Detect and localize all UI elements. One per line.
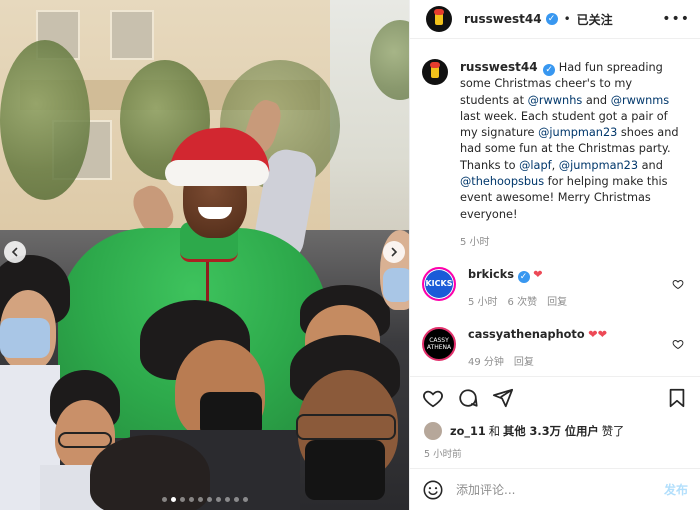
likes-suffix: 赞了 (601, 425, 625, 438)
author-avatar[interactable] (426, 6, 452, 32)
caption-body: Had fun spreading some Christmas cheer's… (460, 61, 679, 221)
caption-author-avatar[interactable] (422, 59, 448, 85)
verified-badge-icon: ✓ (543, 64, 556, 76)
comment-likes[interactable]: 6 次赞 (508, 293, 538, 308)
photo-santa-hat-band (165, 160, 269, 186)
photo-tree (0, 40, 90, 200)
carousel-dot (233, 497, 239, 502)
chevron-right-icon (391, 247, 398, 257)
comment-time[interactable]: 49 分钟 (468, 353, 504, 368)
comment-item: CASSY ATHENA cassyathenaphoto ❤❤ 49 分钟 回… (422, 326, 684, 368)
like-heart-icon[interactable] (422, 387, 444, 409)
comment-text-line: cassyathenaphoto ❤❤ (468, 327, 607, 343)
carousel-dot (161, 497, 167, 502)
carousel-next-button[interactable] (383, 241, 405, 263)
photo-mask (383, 268, 409, 302)
comment-meta: 49 分钟 回复 (468, 353, 607, 368)
more-options-icon[interactable]: ••• (662, 11, 690, 27)
photo-mask (0, 318, 50, 358)
comment-meta: 5 小时 6 次赞 回复 (468, 293, 567, 308)
carousel-dot (242, 497, 248, 502)
carousel-dot (206, 497, 212, 502)
add-comment-input[interactable]: 添加评论... (456, 481, 664, 498)
mention-link[interactable]: @thehoopsbus (460, 175, 544, 188)
caption-row: russwest44 ✓ Had fun spreading some Chri… (422, 59, 684, 223)
carousel-dot (188, 497, 194, 502)
commenter-avatar[interactable]: CASSY ATHENA (422, 326, 456, 361)
comment-like-heart-icon[interactable] (672, 278, 684, 290)
comment-content: brkicks ✓ ❤ 5 小时 6 次赞 回复 (468, 267, 567, 308)
comment-time[interactable]: 5 小时 (468, 293, 498, 308)
mention-link[interactable]: @rwwnhs (528, 94, 583, 107)
carousel-dot (179, 497, 185, 502)
comment-bubble-icon[interactable] (457, 387, 479, 409)
likes-summary: zo_11 和 其他 3.3万 位用户 赞了 (410, 418, 700, 444)
post-comment-button[interactable]: 发布 (664, 481, 688, 498)
caption-username[interactable]: russwest44 (460, 60, 538, 74)
comment-like-heart-icon[interactable] (672, 338, 684, 350)
caption-timestamp: 5 小时 (460, 236, 490, 248)
caption-text-segment: and (582, 93, 611, 107)
post-photo[interactable] (0, 0, 409, 510)
emoji-icon[interactable] (422, 479, 444, 501)
share-send-icon[interactable] (492, 387, 514, 409)
post-window: russwest44 ✓ • 已关注 ••• russwest44 ✓ Had … (0, 0, 700, 510)
verified-badge-icon: ✓ (545, 13, 558, 25)
carousel-dot (170, 497, 176, 502)
mention-link[interactable]: @rwwnms (611, 94, 669, 107)
post-header: russwest44 ✓ • 已关注 ••• (410, 0, 700, 39)
comment-text: ❤ (533, 267, 543, 281)
likes-connector: 和 (488, 425, 501, 438)
carousel-dot (215, 497, 221, 502)
carousel-dot (197, 497, 203, 502)
photo-mask (305, 440, 385, 500)
comments-scroll-area[interactable]: russwest44 ✓ Had fun spreading some Chri… (410, 39, 700, 376)
carousel-dot (224, 497, 230, 502)
comment-text-line: brkicks ✓ ❤ (468, 267, 567, 283)
caption-text-segment: , (551, 158, 559, 172)
verified-badge-icon: ✓ (517, 270, 530, 283)
commenter-username[interactable]: cassyathenaphoto (468, 328, 585, 341)
mention-link[interactable]: @jumpman23 (538, 126, 617, 139)
commenter-username[interactable]: brkicks (468, 268, 514, 281)
following-button[interactable]: 已关注 (577, 11, 613, 28)
carousel-prev-button[interactable] (4, 241, 26, 263)
liker-avatar[interactable] (424, 422, 442, 440)
comment-text: ❤❤ (588, 327, 608, 341)
caption-text: russwest44 ✓ Had fun spreading some Chri… (460, 59, 684, 223)
chevron-left-icon (11, 247, 18, 257)
comment-content: cassyathenaphoto ❤❤ 49 分钟 回复 (468, 327, 607, 368)
comment-reply-button[interactable]: 回复 (514, 353, 534, 368)
comment-item: KICKS brkicks ✓ ❤ 5 小时 6 次赞 回复 (422, 266, 684, 308)
comment-reply-button[interactable]: 回复 (547, 293, 567, 308)
liker-username[interactable]: zo_11 (450, 425, 486, 438)
photo-glasses (296, 414, 396, 440)
photo-glasses (58, 432, 112, 448)
post-timestamp[interactable]: 5 小时前 (410, 444, 700, 468)
author-username[interactable]: russwest44 (464, 12, 542, 26)
add-comment-bar: 添加评论... 发布 (410, 468, 700, 510)
commenter-avatar[interactable]: KICKS (422, 266, 456, 301)
likes-others-link[interactable]: 其他 3.3万 位用户 (503, 423, 599, 439)
caption-text-segment: and (638, 158, 663, 172)
mention-link[interactable]: @lapf (519, 159, 552, 172)
mention-link[interactable]: @jumpman23 (559, 159, 638, 172)
header-separator: • (563, 12, 571, 26)
post-side-panel: russwest44 ✓ • 已关注 ••• russwest44 ✓ Had … (409, 0, 700, 510)
carousel-dots (0, 497, 409, 502)
save-bookmark-icon[interactable] (666, 387, 688, 409)
photo-window (110, 10, 154, 60)
post-actions-bar (410, 376, 700, 418)
